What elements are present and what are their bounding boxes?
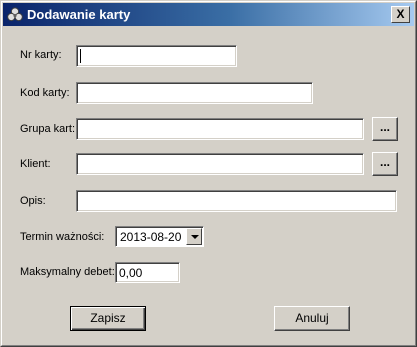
app-clover-icon — [7, 7, 23, 22]
dropdown-arrow-icon[interactable] — [186, 228, 202, 245]
grupa-kart-browse-button[interactable]: ... — [372, 117, 398, 141]
close-button[interactable]: X — [391, 6, 410, 23]
save-button[interactable]: Zapisz — [70, 306, 146, 331]
klient-input[interactable] — [76, 153, 364, 175]
title-bar[interactable]: Dodawanie karty X — [3, 3, 414, 26]
cancel-button[interactable]: Anuluj — [274, 306, 350, 331]
text-caret — [80, 49, 81, 63]
nr-karty-input[interactable] — [76, 45, 237, 67]
kod-karty-input[interactable] — [76, 82, 313, 104]
klient-browse-button[interactable]: ... — [372, 152, 398, 176]
maksymalny-debet-label: Maksymalny debet: — [20, 266, 115, 278]
window-title: Dodawanie karty — [27, 7, 131, 22]
grupa-kart-label: Grupa kart: — [20, 123, 76, 135]
maksymalny-debet-input[interactable]: 0,00 — [115, 262, 180, 283]
opis-label: Opis: — [20, 195, 46, 207]
opis-input[interactable] — [76, 190, 397, 212]
kod-karty-label: Kod karty: — [20, 87, 70, 99]
termin-waznosci-date-picker[interactable]: 2013-08-20 — [115, 226, 204, 247]
termin-waznosci-value: 2013-08-20 — [120, 230, 182, 244]
klient-label: Klient: — [20, 158, 51, 170]
dialog-window: Dodawanie karty X Nr karty: Kod karty: G… — [0, 0, 417, 347]
nr-karty-label: Nr karty: — [20, 49, 62, 61]
grupa-kart-input[interactable] — [76, 118, 364, 140]
termin-waznosci-label: Termin ważności: — [20, 231, 105, 243]
